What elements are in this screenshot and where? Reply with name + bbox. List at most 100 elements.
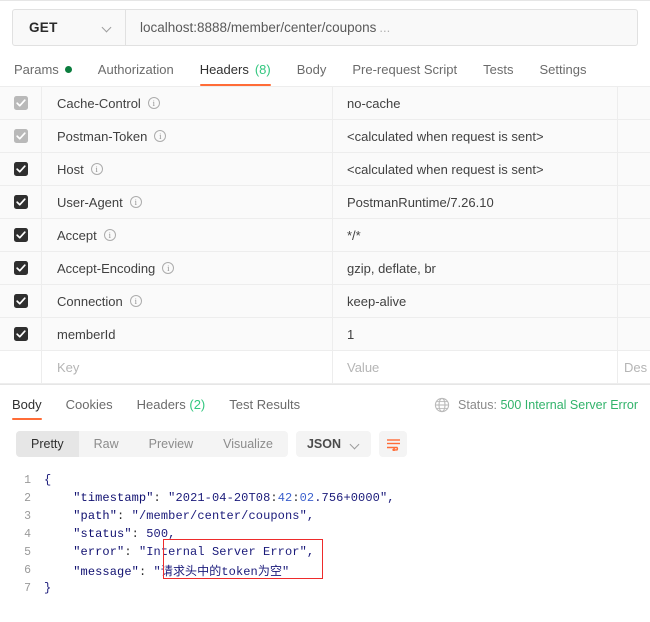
url-input[interactable]: localhost:8888/member/center/coupons ... [126,10,637,45]
header-value-cell[interactable]: <calculated when request is sent> [333,153,618,185]
header-key-cell[interactable]: Postman-Token i [42,120,333,152]
response-tab-test-results[interactable]: Test Results [217,397,312,420]
header-description-cell[interactable] [618,120,650,152]
info-icon[interactable]: i [147,97,160,109]
line-number: 7 [24,581,31,595]
table-row[interactable]: Cache-Control i no-cache [0,87,650,120]
header-value-text: keep-alive [347,293,407,309]
header-description-cell[interactable] [618,186,650,218]
new-header-description-input[interactable]: Des [618,351,650,383]
new-header-key-input[interactable]: Key [42,351,333,383]
response-tab-headers[interactable]: Headers (2) [125,397,218,420]
header-key-cell[interactable]: memberId [42,318,333,350]
table-row[interactable]: Host i <calculated when request is sent> [0,153,650,186]
header-value-cell[interactable]: 1 [333,318,618,350]
table-row-new[interactable]: Key Value Des [0,351,650,384]
table-row[interactable]: User-Agent i PostmanRuntime/7.26.10 [0,186,650,219]
header-key-text: Accept [57,227,97,243]
row-enabled-checkbox[interactable] [0,153,42,185]
info-icon[interactable]: i [90,163,103,175]
table-row[interactable]: Accept i */* [0,219,650,252]
response-tab-body[interactable]: Body [12,397,54,420]
code-text: } [44,581,52,595]
tab-tests[interactable]: Tests [470,62,526,86]
response-tab-cookies[interactable]: Cookies [54,397,125,420]
header-value-cell[interactable]: no-cache [333,87,618,119]
code-line: 2 "timestamp": "2021-04-20T08:42:02.756+… [0,489,650,507]
line-number: 6 [24,563,31,577]
info-icon[interactable]: i [154,130,167,142]
http-method-label: GET [29,20,58,35]
info-icon[interactable]: i [103,229,116,241]
response-tab-test-results-label: Test Results [229,397,301,412]
code-line: 5 "error": "Internal Server Error", [0,543,650,561]
header-value-cell[interactable]: */* [333,219,618,251]
row-enabled-checkbox[interactable] [0,87,42,119]
row-enabled-checkbox[interactable] [0,252,42,284]
header-value-cell[interactable]: gzip, deflate, br [333,252,618,284]
tab-authorization[interactable]: Authorization [85,62,187,86]
header-value-text: no-cache [347,95,401,111]
header-value-cell[interactable]: keep-alive [333,285,618,317]
header-key-cell[interactable]: Host i [42,153,333,185]
code-line: 7} [0,579,650,597]
header-key-text: User-Agent [57,194,123,210]
header-description-cell[interactable] [618,153,650,185]
params-modified-dot-icon [64,66,72,73]
header-description-cell[interactable] [618,318,650,350]
header-description-cell[interactable] [618,285,650,317]
table-row[interactable]: Accept-Encoding i gzip, deflate, br [0,252,650,285]
language-selector-label: JSON [306,437,341,451]
code-line: 6 "message": "请求头中的token为空" [0,561,650,579]
status-label: Status: 500 Internal Server Error [458,398,638,412]
header-value-text: 1 [347,326,355,342]
new-header-value-input[interactable]: Value [333,351,618,383]
tab-tests-label: Tests [483,62,514,77]
info-icon[interactable]: i [129,295,142,307]
header-key-cell[interactable]: Cache-Control i [42,87,333,119]
url-value: localhost:8888/member/center/coupons [140,20,377,35]
checkbox-icon [13,96,28,110]
header-key-text: Host [57,161,84,177]
tab-params-label: Params [14,62,59,77]
word-wrap-button[interactable] [379,431,407,457]
word-wrap-icon [386,438,400,451]
response-tab-headers-label: Headers [136,397,186,412]
row-enabled-checkbox[interactable] [0,318,42,350]
header-description-cell[interactable] [618,219,650,251]
view-mode-raw[interactable]: Raw [79,431,134,457]
response-tab-cookies-label: Cookies [65,397,113,412]
header-key-cell[interactable]: Connection i [42,285,333,317]
view-mode-visualize[interactable]: Visualize [208,431,288,457]
header-key-cell[interactable]: User-Agent i [42,186,333,218]
chevron-down-icon [351,440,360,449]
info-icon[interactable]: i [162,262,175,274]
view-mode-preview[interactable]: Preview [134,431,208,457]
row-enabled-checkbox[interactable] [0,219,42,251]
tab-headers[interactable]: Headers (8) [187,62,284,86]
table-row[interactable]: memberId 1 [0,318,650,351]
tab-pre-request-script[interactable]: Pre-request Script [339,62,470,86]
row-enabled-checkbox[interactable] [0,186,42,218]
row-enabled-checkbox[interactable] [0,351,42,383]
view-mode-pretty[interactable]: Pretty [16,431,79,457]
tab-body[interactable]: Body [284,62,340,86]
header-description-cell[interactable] [618,87,650,119]
header-key-cell[interactable]: Accept i [42,219,333,251]
response-status-area: Status: 500 Internal Server Error [434,397,638,420]
tab-params[interactable]: Params [12,62,85,86]
http-method-selector[interactable]: GET [13,10,126,45]
table-row[interactable]: Postman-Token i <calculated when request i… [0,120,650,153]
header-value-cell[interactable]: <calculated when request is sent> [333,120,618,152]
table-row[interactable]: Connection i keep-alive [0,285,650,318]
header-key-cell[interactable]: Accept-Encoding i [42,252,333,284]
row-enabled-checkbox[interactable] [0,285,42,317]
language-selector[interactable]: JSON [295,431,371,457]
response-body-code[interactable]: 1{2 "timestamp": "2021-04-20T08:42:02.75… [0,467,650,597]
info-icon[interactable]: i [129,196,142,208]
header-value-text: PostmanRuntime/7.26.10 [347,194,494,210]
header-value-cell[interactable]: PostmanRuntime/7.26.10 [333,186,618,218]
header-description-cell[interactable] [618,252,650,284]
row-enabled-checkbox[interactable] [0,120,42,152]
tab-settings[interactable]: Settings [526,62,599,86]
